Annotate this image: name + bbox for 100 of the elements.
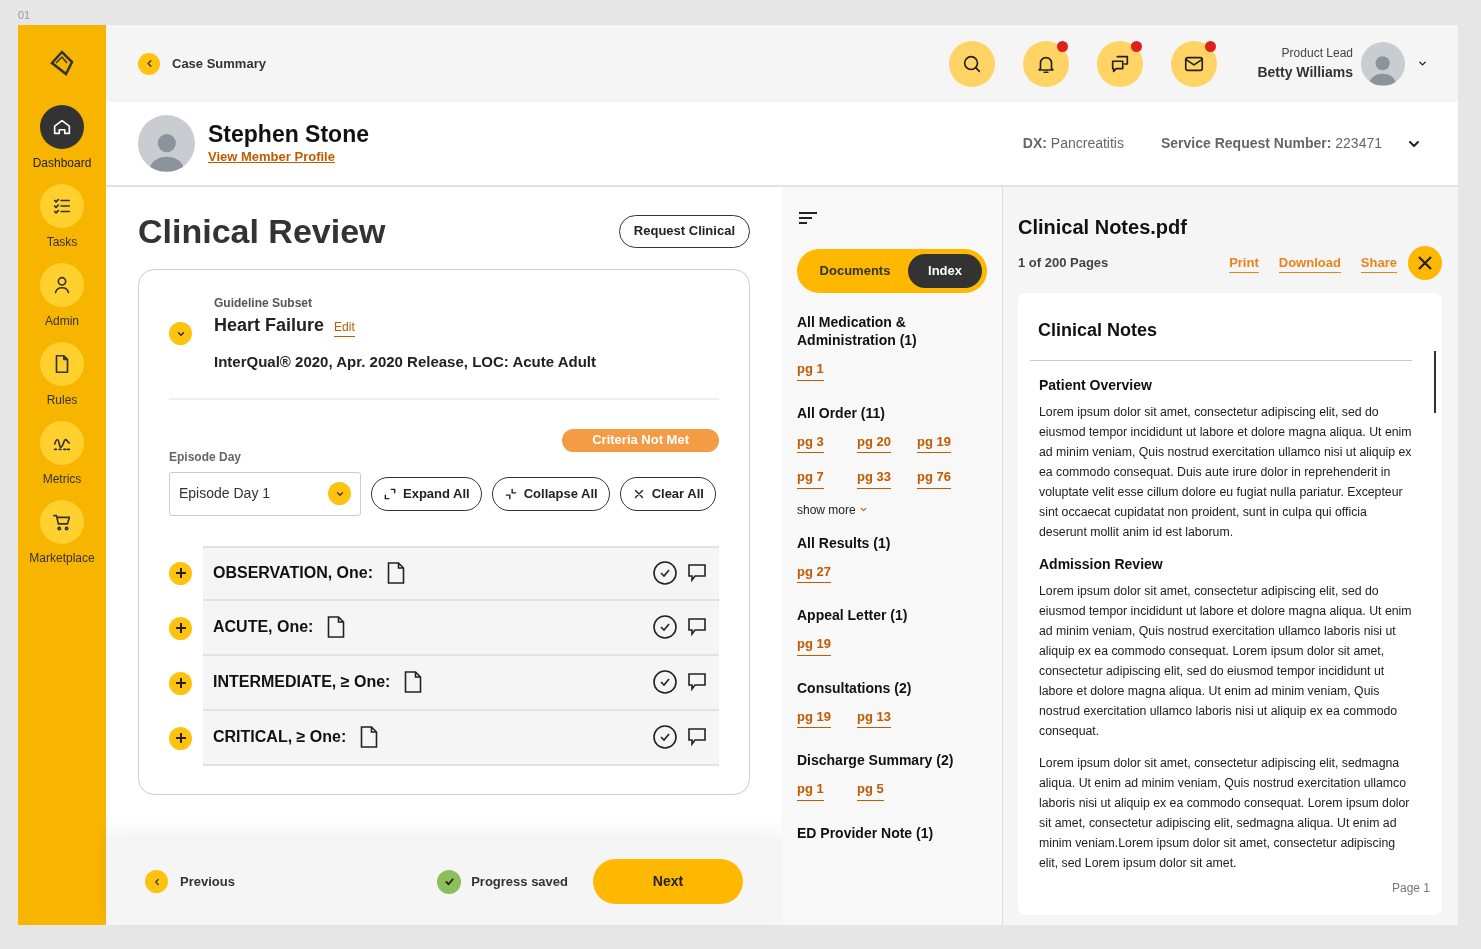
sidebar-item[interactable]: Metrics [18,421,106,486]
episode-dropdown[interactable]: Episode Day 1 [169,471,361,516]
index-section-title: All Medication & Administration (1) [797,313,918,349]
page-link[interactable]: pg 76 [917,467,951,489]
status-badge: Criteria Not Met [562,428,719,452]
add-criteria-button[interactable] [169,726,192,750]
plus-icon [175,568,186,578]
check-circle-icon[interactable] [653,670,677,694]
page-link[interactable]: pg 5 [857,779,884,801]
service-request-text: Service Request Number: 223471 [1161,134,1382,153]
sidebar-item[interactable]: Tasks [18,184,106,249]
plus-icon [175,623,186,633]
page-link[interactable]: pg 3 [797,431,824,453]
member-profile-link[interactable]: View Member Profile [208,146,369,167]
header-action-button[interactable] [1097,40,1144,87]
sidebar-item[interactable]: Marketplace [18,500,106,565]
page-title: Clinical Review [138,211,386,251]
show-more-link[interactable]: show more [797,500,868,519]
criteria-label: CRITICAL, ≥ One: [213,727,347,747]
saved-check-icon [437,869,462,894]
close-button[interactable] [1408,246,1442,280]
check-circle-icon[interactable] [653,725,677,749]
document-action-link[interactable]: Download [1278,252,1341,274]
sidebar-item[interactable]: Admin [18,263,106,328]
member-avatar [138,115,195,172]
member-name: Stephen Stone [208,120,369,147]
page-link[interactable]: pg 27 [797,561,831,583]
page-link[interactable]: pg 19 [797,634,831,656]
close-icon [1418,256,1432,270]
dropdown-chevron-icon [1417,58,1428,69]
page-link[interactable]: pg 1 [797,359,824,381]
index-section-title: Appeal Letter (1) [797,606,909,624]
guideline-detail: InterQual® 2020, Apr. 2020 Release, LOC: Acute Adult [214,352,596,372]
page-count: 1 of 200 Pages [1018,254,1109,273]
page-link[interactable]: pg 19 [917,431,951,453]
collapse-toggle[interactable] [169,322,192,346]
document-action-link[interactable]: Share [1360,252,1397,274]
index-section-title: All Order (11) [797,403,886,422]
comment-icon[interactable] [687,672,707,692]
user-avatar [1361,41,1405,86]
document-paragraph: Lorem ipsum dolor sit amet, consectetur adipiscing elit, sed do eiusmod tempor incididunt ut labore et dolore magna aliqua. Ut enim ad minim veniam, Quis nostrud exercitation ullamco laboris nisi ut aliquip ex ea commodo consequat. Lorem ipsum dolor sit amet, consectetur adipiscing elit, sed do eiusmod tempor incididunt ut labore et dolore magna aliqua. Ut enim ad minim veniam, Quis nostrud exercitation ullamco laboris nisi ut aliquip ex ea commodo consequat. [1039,583,1412,740]
criteria-label: INTERMEDIATE, ≥ One: [213,672,391,692]
index-section-title: Discharge Summary (2) [797,751,955,769]
index-section-title: ED Provider Note (1) [797,823,935,842]
edit-link[interactable]: Edit [334,318,355,337]
index-section-title: All Results (1) [797,533,892,552]
page-link[interactable]: pg 7 [797,467,824,489]
user-role: Product Lead [1281,45,1353,62]
page-link[interactable]: pg 20 [857,431,891,453]
expand-icon [383,486,397,501]
document-heading: Clinical Notes [1037,319,1159,342]
criteria-label: OBSERVATION, One: [213,563,373,583]
episode-label: Episode Day [169,448,243,466]
document-icon [360,726,379,748]
plus-icon [175,733,186,743]
document-paragraph: Lorem ipsum dolor sit amet, consectetur adipiscing elit, sedmagna aliqua. Ut enim ad minim veniam, Quis nostrud exercitation ullamco laboris nisi ut aliquip ex ea commodo consequat. Lorem ipsum dolor sit amet, consectetur adipiscing elit, sedmagna aliqua. Ut enim ad minim veniam.Lorem ipsum dolor sit amet, consectetur adipiscing elit, sed Lorem ipsum dolor sit amet. [1039,755,1411,872]
next-button[interactable]: Next [593,859,743,904]
progress-status: Progress saved [471,872,568,891]
criteria-label: ACUTE, One: [213,617,314,637]
index-section-title: Consultations (2) [797,678,913,697]
header-action-button[interactable] [1171,40,1218,87]
page-number: Page 1 [1391,880,1430,897]
tab[interactable]: Documents [802,254,909,288]
document-section-title: Admission Review [1039,555,1164,574]
document-icon [404,671,423,693]
chevron-down-icon [858,505,868,514]
back-button[interactable]: Case Summary [138,52,266,75]
document-title: Clinical Notes.pdf [1018,215,1188,240]
guideline-name: Heart Failure [214,314,325,337]
comment-icon[interactable] [687,617,707,637]
check-circle-icon[interactable] [653,561,677,585]
page-link[interactable]: pg 33 [857,467,891,489]
add-criteria-button[interactable] [169,671,192,695]
document-action-link[interactable]: Print [1229,252,1259,274]
document-icon [327,616,346,638]
frame-label: 01 [18,9,32,22]
scrollbar-thumb[interactable] [1434,351,1436,413]
plus-icon [175,678,186,688]
tab[interactable]: Index [908,254,982,288]
add-criteria-button[interactable] [169,616,192,640]
comment-icon[interactable] [687,563,707,583]
page-link[interactable]: pg 13 [857,706,891,728]
user-name: Betty Williams [1257,63,1353,82]
sidebar-item[interactable]: Dashboard [18,105,106,170]
add-criteria-button[interactable] [169,561,192,585]
page-link[interactable]: pg 1 [797,779,824,801]
comment-icon[interactable] [687,727,707,747]
document-paragraph: Lorem ipsum dolor sit amet, consectetur adipiscing elit, sed do eiusmod tempor incididunt ut labore et dolore magna aliqua. Ut enim ad minim veniam, Quis nostrud exercitation ullamco nisi ut aliquip ex ea commodo consequat. Duis aute irure dolor in reprehenderit in voluptate velit esse cillum dolore eu fugiat nulla pariatur. Excepteur sint occaecat cupidatat non proident, sunt in culpa qui officia deserunt mollit anim id est laborum. [1039,404,1412,541]
previous-button[interactable]: Previous [145,870,235,893]
guideline-label: Guideline Subset [214,295,313,312]
page-link[interactable]: pg 19 [797,706,831,728]
sidebar-item[interactable]: Rules [18,342,106,407]
document-section-title: Patient Overview [1039,376,1153,395]
collapse-icon [503,486,518,501]
header-action-button[interactable] [1023,40,1070,87]
logo-icon [48,49,76,77]
sort-icon[interactable] [799,211,817,225]
check-circle-icon[interactable] [653,615,677,639]
document-icon [387,562,405,584]
diagnosis-text: DX: Pancreatitis [1022,134,1124,153]
